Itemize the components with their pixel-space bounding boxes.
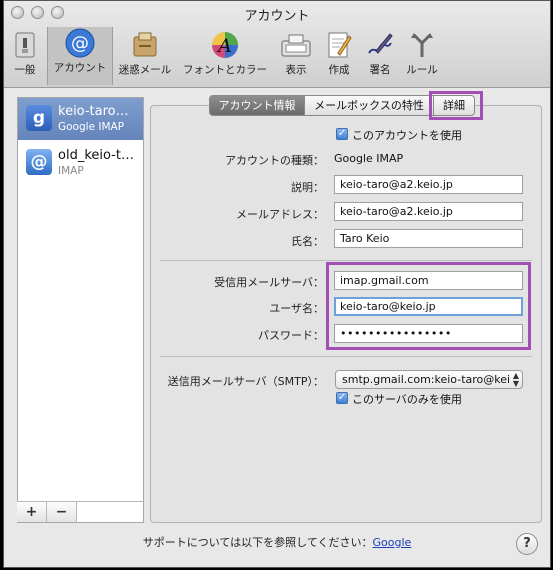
compose-icon (324, 31, 354, 59)
password-label: パスワード： (258, 329, 324, 342)
toolbar-compose[interactable]: 作成 (324, 29, 354, 81)
divider (160, 260, 532, 261)
email-address-field[interactable]: keio-taro@a2.keio.jp (334, 202, 523, 221)
incoming-server-highlight (326, 262, 531, 350)
toolbar-compose-label: 作成 (328, 64, 350, 76)
accounts-list: g keio-taro… Google IMAP @ old_keio-t… I… (17, 97, 144, 523)
toolbar-accounts-label: アカウント (53, 62, 107, 74)
remove-account-button[interactable]: − (47, 502, 77, 522)
description-label: 説明： (291, 181, 324, 194)
window-title: アカウント (244, 9, 310, 24)
use-only-this-server-label: このサーバのみを使用 (352, 393, 462, 406)
account-item-keio-taro[interactable]: g keio-taro… Google IMAP (18, 98, 143, 140)
title-bar: アカウント 一般 @ アカウント 迷惑メール A フォントとカラー 表示 作成 … (4, 1, 550, 88)
outgoing-server-value: smtp.gmail.com:keio-taro@kei (342, 373, 511, 386)
chevron-updown-icon: ▲ ▼ (512, 371, 519, 388)
toolbar-view-label: 表示 (285, 64, 307, 76)
email-address-label: メールアドレス： (236, 208, 324, 221)
google-icon: g (26, 105, 52, 131)
use-only-this-server-checkbox[interactable]: ✓ (336, 392, 348, 404)
signature-icon (365, 31, 395, 59)
toolbar-accounts[interactable]: @ アカウント (47, 27, 113, 85)
account-type: IMAP (58, 165, 84, 177)
junk-mail-icon (130, 31, 160, 59)
tab-mailbox-behaviors[interactable]: メールボックスの特性 (304, 95, 434, 116)
username-label: ユーザ名： (269, 302, 324, 315)
toolbar-signatures[interactable]: 署名 (365, 29, 395, 81)
divider (160, 356, 532, 357)
toolbar-signatures-label: 署名 (369, 64, 391, 76)
add-account-button[interactable]: + (17, 502, 47, 522)
view-icon (281, 31, 311, 59)
toolbar-fonts-colors-label: フォントとカラー (183, 64, 267, 76)
enable-account-label: このアカウントを使用 (352, 129, 462, 142)
switch-icon (10, 31, 40, 59)
toolbar-rules-label: ルール (406, 64, 438, 76)
advanced-tab-highlight (429, 91, 483, 120)
accounts-window: アカウント 一般 @ アカウント 迷惑メール A フォントとカラー 表示 作成 … (3, 0, 551, 568)
account-item-old-keio-taro[interactable]: @ old_keio-t… IMAP (18, 142, 143, 184)
rules-icon (407, 31, 437, 59)
enable-account-checkbox[interactable]: ✓ (336, 128, 348, 140)
toolbar-fonts-colors[interactable]: A フォントとカラー (179, 29, 271, 81)
help-button[interactable]: ? (516, 533, 538, 555)
full-name-field[interactable]: Taro Keio (334, 229, 523, 248)
toolbar-junk-mail-label: 迷惑メール (118, 64, 172, 76)
account-type: Google IMAP (58, 121, 125, 133)
accounts-list-footer: + − (17, 501, 144, 524)
support-footer: サポートについては以下を参照してください：Google (4, 534, 550, 550)
svg-text:A: A (216, 35, 232, 57)
toolbar-general-label: 一般 (14, 64, 36, 76)
at-icon: @ (65, 28, 95, 58)
at-icon: @ (26, 149, 52, 175)
description-field[interactable]: keio-taro@a2.keio.jp (334, 175, 523, 194)
svg-text:@: @ (71, 33, 89, 54)
outgoing-server-label: 送信用メールサーバ（SMTP）： (167, 375, 324, 388)
outgoing-server-select[interactable]: smtp.gmail.com:keio-taro@kei ▲ ▼ (335, 370, 523, 389)
toolbar-general[interactable]: 一般 (10, 29, 40, 81)
account-name: keio-taro… (58, 104, 129, 119)
preferences-toolbar: 一般 @ アカウント 迷惑メール A フォントとカラー 表示 作成 署名 ルール (4, 27, 550, 85)
account-type-value: Google IMAP (334, 152, 404, 165)
font-icon: A (210, 31, 240, 59)
support-link[interactable]: Google (373, 536, 412, 549)
support-text: サポートについては以下を参照してください： (142, 536, 373, 549)
account-type-label: アカウントの種類： (225, 154, 324, 167)
tab-account-info[interactable]: アカウント情報 (209, 95, 305, 116)
account-name: old_keio-t… (58, 148, 134, 163)
toolbar-junk-mail[interactable]: 迷惑メール (115, 29, 175, 81)
incoming-server-label: 受信用メールサーバ： (214, 276, 324, 289)
full-name-label: 氏名： (291, 235, 324, 248)
toolbar-view[interactable]: 表示 (281, 29, 311, 81)
toolbar-rules[interactable]: ルール (404, 29, 440, 81)
